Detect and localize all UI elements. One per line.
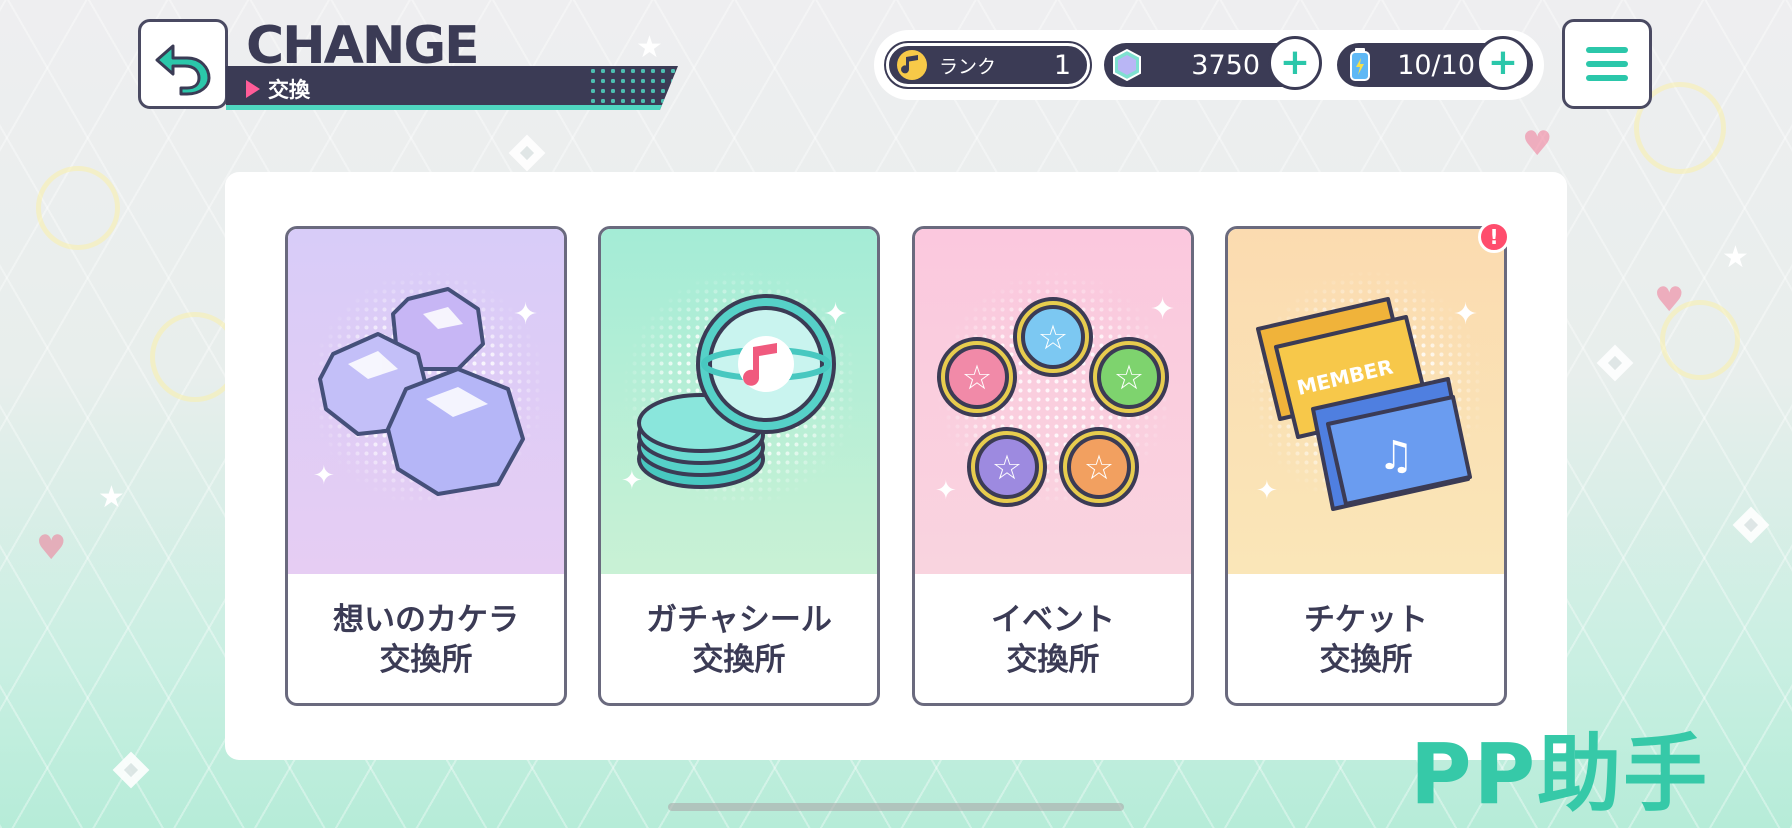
title-dots: [588, 66, 678, 110]
card-event-exchange[interactable]: ☆ ☆ ☆ ☆ ☆ ✦ ✦ イベント 交換所: [912, 226, 1194, 706]
card-art: ☆ ☆ ☆ ☆ ☆ ✦ ✦: [915, 229, 1191, 574]
svg-text:☆: ☆: [962, 358, 992, 398]
card-crystal-exchange[interactable]: ✦ ✦ 想いのカケラ 交換所: [285, 226, 567, 706]
page-subtitle: 交換: [246, 74, 310, 104]
card-subtitle: 交換所: [379, 642, 473, 678]
event-medals-icon: ☆ ☆ ☆ ☆ ☆ ✦ ✦: [935, 292, 1175, 507]
svg-text:✦: ✦: [1256, 476, 1278, 506]
add-energy-button[interactable]: +: [1476, 36, 1530, 90]
gem-icon: [1110, 48, 1144, 82]
card-label: 想いのカケラ 交換所: [288, 574, 564, 703]
pointer-icon: [246, 80, 260, 98]
svg-text:✦: ✦: [621, 466, 643, 496]
energy-drink-icon: [1343, 48, 1377, 82]
svg-text:✦: ✦: [935, 476, 957, 506]
tickets-icon: MEMBER ♫ ✦ ✦: [1256, 297, 1478, 511]
card-label: チケット 交換所: [1228, 574, 1504, 703]
deco-heart: ♥: [1654, 280, 1685, 320]
page-title: CHANGE: [246, 16, 480, 76]
notification-badge: !: [1478, 221, 1510, 253]
watermark: PP助手: [1410, 725, 1710, 823]
card-title: イベント: [991, 601, 1115, 638]
gacha-seal-icon: ✦ ✦: [621, 294, 848, 496]
card-art: MEMBER ♫ ✦ ✦: [1228, 229, 1504, 574]
svg-text:☆: ☆: [1114, 358, 1144, 398]
rank-value: 1: [1053, 49, 1071, 81]
deco-diamond: [1732, 506, 1770, 544]
rank-display: ランク 1: [884, 41, 1092, 89]
svg-text:✦: ✦: [1453, 297, 1478, 332]
svg-text:✦: ✦: [513, 297, 538, 332]
card-title: 想いのカケラ: [333, 601, 519, 638]
svg-text:☆: ☆: [1084, 448, 1114, 488]
svg-text:☆: ☆: [992, 448, 1022, 488]
deco-heart: ♥: [36, 528, 67, 568]
card-subtitle: 交換所: [1319, 642, 1413, 678]
home-indicator[interactable]: [668, 803, 1124, 811]
card-title: チケット: [1304, 601, 1428, 638]
svg-text:♫: ♫: [1378, 433, 1414, 479]
svg-text:✦: ✦: [1150, 292, 1175, 327]
gem-value: 3750: [1191, 49, 1260, 81]
card-title: ガチャシール: [646, 601, 832, 638]
deco-heart: ♥: [1522, 124, 1553, 164]
card-subtitle: 交換所: [692, 642, 786, 678]
crystal-shards-icon: ✦ ✦: [313, 287, 538, 496]
menu-button[interactable]: [1562, 19, 1652, 109]
deco-diamond: [508, 134, 546, 172]
deco-diamond: [1596, 344, 1634, 382]
card-art: ✦ ✦: [288, 229, 564, 574]
back-arrow-icon: [155, 44, 211, 96]
card-label: イベント 交換所: [915, 574, 1191, 703]
svg-text:✦: ✦: [313, 461, 335, 491]
back-button[interactable]: [138, 19, 228, 109]
screen-title: CHANGE 交換: [226, 14, 678, 114]
menu-icon-bar: [1586, 75, 1628, 81]
card-ticket-exchange[interactable]: MEMBER ♫ ✦ ✦ チケット 交換所: [1225, 226, 1507, 706]
svg-text:✦: ✦: [823, 297, 848, 332]
page-subtitle-text: 交換: [268, 78, 310, 102]
rank-label: ランク: [939, 55, 997, 78]
svg-text:☆: ☆: [1038, 318, 1068, 358]
card-art: ✦ ✦: [601, 229, 877, 574]
menu-icon-bar: [1586, 47, 1628, 53]
deco-ring: [36, 166, 120, 250]
card-label: ガチャシール 交換所: [601, 574, 877, 703]
menu-icon-bar: [1586, 61, 1628, 67]
deco-star: ★: [1722, 240, 1749, 275]
card-gacha-seal-exchange[interactable]: ✦ ✦ ガチャシール 交換所: [598, 226, 880, 706]
add-gems-button[interactable]: +: [1268, 36, 1322, 90]
deco-diamond: [112, 751, 150, 789]
music-note-icon: [895, 48, 929, 82]
card-subtitle: 交換所: [1006, 642, 1100, 678]
deco-star: ★: [98, 480, 125, 515]
deco-ring: [1660, 300, 1740, 380]
energy-value: 10/10: [1397, 49, 1475, 81]
